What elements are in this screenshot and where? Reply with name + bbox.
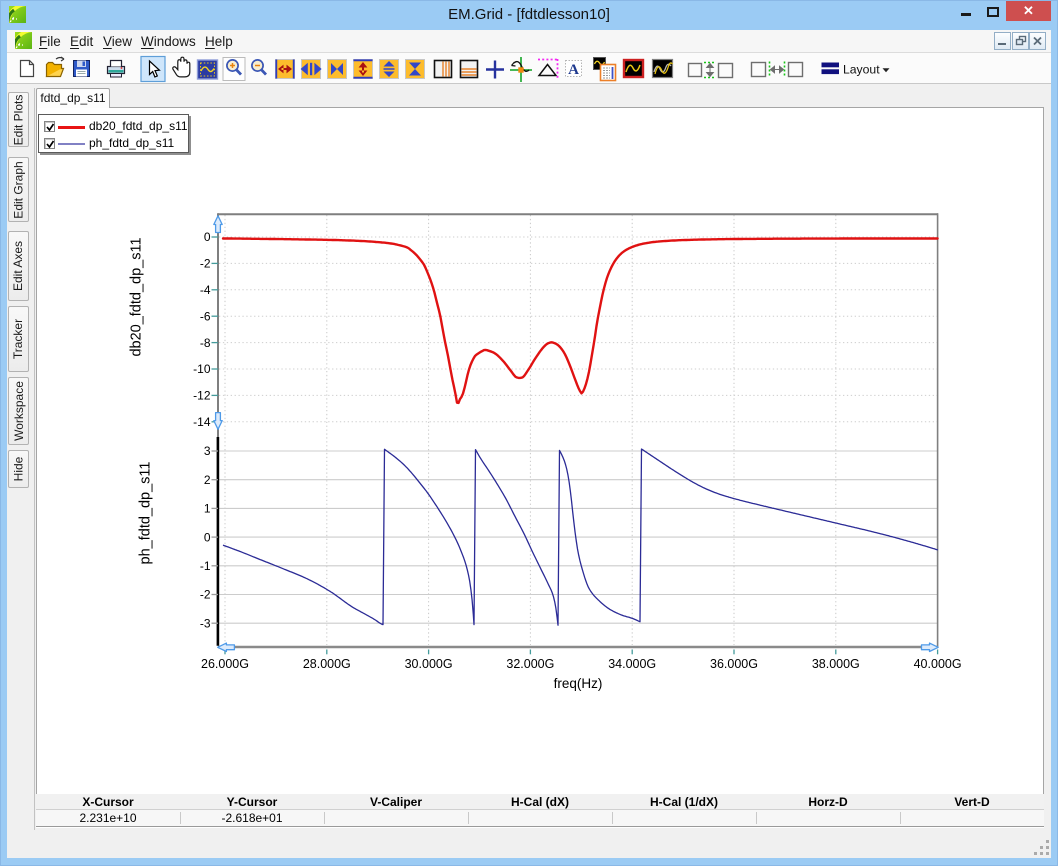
svg-text:36.000G: 36.000G	[710, 657, 758, 671]
svg-text:-2: -2	[200, 257, 211, 271]
svg-text:32.000G: 32.000G	[506, 657, 554, 671]
svg-text:-10: -10	[193, 362, 211, 376]
svg-text:40.000G: 40.000G	[914, 657, 962, 671]
svg-text:-8: -8	[200, 336, 211, 350]
svg-text:1: 1	[204, 502, 211, 516]
svg-text:38.000G: 38.000G	[812, 657, 860, 671]
svg-text:34.000G: 34.000G	[608, 657, 656, 671]
svg-text:0: 0	[204, 230, 211, 244]
svg-text:26.000G: 26.000G	[201, 657, 249, 671]
svg-text:28.000G: 28.000G	[303, 657, 351, 671]
svg-text:-2: -2	[200, 588, 211, 602]
svg-text:Layout: Layout	[843, 63, 880, 77]
svg-text:-3: -3	[200, 616, 211, 630]
svg-text:-4: -4	[200, 283, 211, 297]
svg-text:-14: -14	[193, 415, 211, 429]
svg-text:A: A	[568, 62, 579, 78]
svg-text:3: 3	[204, 444, 211, 458]
svg-text:-1: -1	[200, 559, 211, 573]
svg-text:db20_fdtd_dp_s11: db20_fdtd_dp_s11	[129, 237, 145, 356]
svg-text:freq(Hz): freq(Hz)	[554, 676, 603, 691]
svg-text:2: 2	[204, 473, 211, 487]
svg-text:30.000G: 30.000G	[405, 657, 453, 671]
svg-text:-12: -12	[193, 389, 211, 403]
svg-text:-6: -6	[200, 309, 211, 323]
svg-text:ph_fdtd_dp_s11: ph_fdtd_dp_s11	[138, 462, 154, 565]
svg-text:0: 0	[204, 530, 211, 544]
